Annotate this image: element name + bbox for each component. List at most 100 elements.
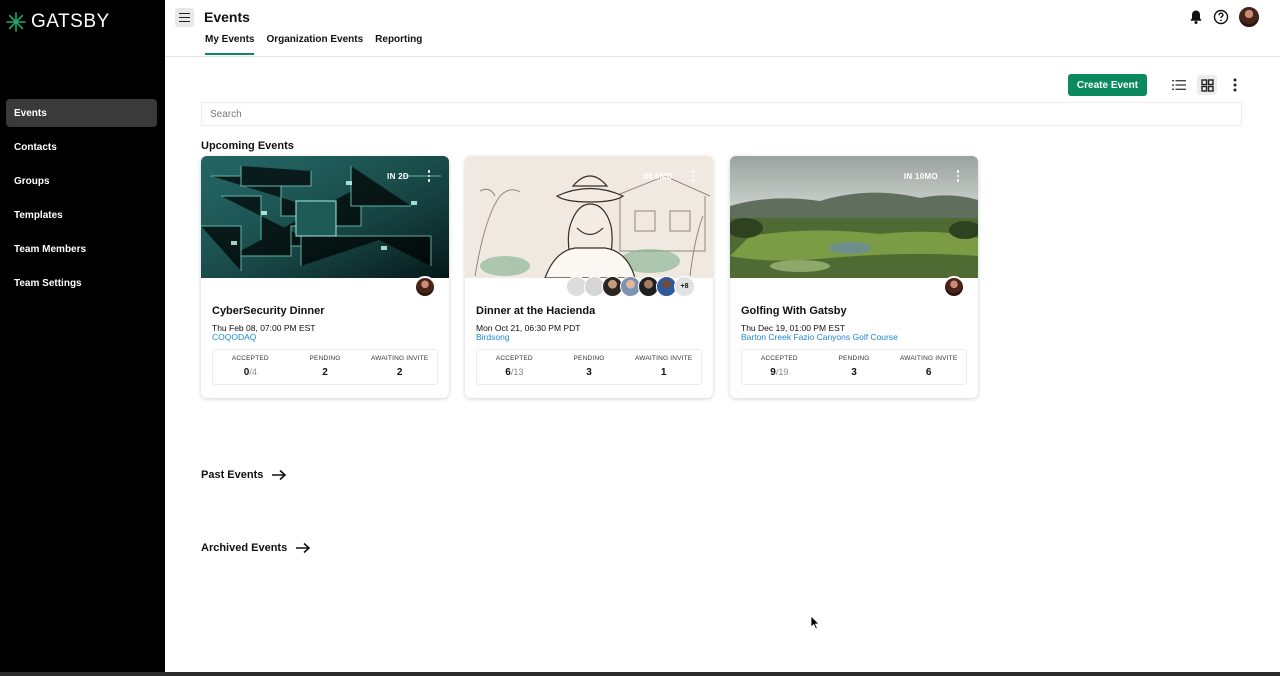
page-title: Events: [204, 9, 250, 25]
stat-value: 0/4: [213, 367, 288, 378]
accepted-total: /19: [775, 367, 789, 377]
stat-label: PENDING: [838, 355, 870, 362]
header-actions: [1188, 6, 1260, 28]
host-avatar: [414, 276, 436, 298]
stat-label: PENDING: [309, 355, 341, 362]
awaiting-count: 1: [660, 367, 667, 378]
create-event-button[interactable]: Create Event: [1068, 74, 1147, 96]
sidebar-item-events[interactable]: Events: [6, 99, 157, 127]
event-image: [201, 156, 449, 278]
arrow-right-icon: [296, 542, 311, 554]
bell-icon[interactable]: [1188, 9, 1204, 25]
pending-count: 2: [322, 367, 328, 378]
sidebar-nav: Events Contacts Groups Templates Team Me…: [6, 99, 157, 303]
stat-awaiting: AWAITING INVITE 6: [891, 350, 966, 384]
countdown-badge: IN 10MO: [903, 172, 938, 181]
event-card[interactable]: IN 8MO +8 Dinner at the Hacienda Mon Oct…: [465, 156, 713, 398]
stat-awaiting: AWAITING INVITE 2: [362, 350, 437, 384]
more-options-button[interactable]: [1225, 75, 1245, 95]
list-view-button[interactable]: [1169, 75, 1189, 95]
rsvp-stats: ACCEPTED 9/19 PENDING 3 AWAITING INVITE …: [741, 349, 967, 385]
stat-accepted: ACCEPTED 9/19: [742, 350, 817, 384]
app-root: GATSBY Events Contacts Groups Templates …: [0, 0, 1280, 676]
stat-label: ACCEPTED: [495, 355, 533, 362]
header-divider: [165, 56, 1280, 57]
pending-count: 3: [586, 367, 592, 378]
event-card[interactable]: IN 10MO Golfing With Gatsby Thu Dec 19, …: [730, 156, 978, 398]
hamburger-icon-line: [179, 16, 190, 19]
event-image: [465, 156, 713, 278]
sidebar-item-team-members[interactable]: Team Members: [6, 235, 157, 263]
more-attendees-count: +8: [674, 276, 695, 297]
card-menu-button[interactable]: [423, 169, 435, 183]
gatsby-star-icon: [6, 12, 26, 32]
tab-reporting[interactable]: Reporting: [375, 34, 422, 55]
accepted-total: /13: [510, 367, 524, 377]
tab-organization-events[interactable]: Organization Events: [266, 34, 363, 55]
awaiting-count: 2: [396, 367, 403, 378]
menu-toggle-button[interactable]: [175, 8, 194, 27]
stat-accepted: ACCEPTED 0/4: [213, 350, 288, 384]
countdown-badge: IN 2D: [387, 172, 409, 181]
card-menu-button[interactable]: [687, 169, 699, 183]
event-location-link[interactable]: Birdsong: [476, 332, 510, 342]
event-title[interactable]: CyberSecurity Dinner: [212, 305, 324, 317]
stat-label: PENDING: [573, 355, 605, 362]
archived-events-link[interactable]: Archived Events: [201, 542, 311, 554]
window-bottom-edge: [0, 672, 1280, 676]
more-vert-icon-dot: [956, 179, 960, 182]
countdown-badge: IN 8MO: [643, 172, 673, 181]
stat-label: AWAITING INVITE: [899, 355, 958, 362]
stat-label: ACCEPTED: [231, 355, 269, 362]
list-view-icon: [1172, 80, 1186, 90]
tab-my-events[interactable]: My Events: [205, 34, 255, 55]
stat-label: AWAITING INVITE: [370, 355, 429, 362]
more-vert-icon-dot: [691, 170, 695, 173]
event-location-link[interactable]: Barton Creek Fazio Canyons Golf Course: [741, 332, 898, 342]
more-vert-icon-dot: [956, 174, 960, 178]
hamburger-icon-line: [179, 12, 190, 15]
stat-value: 9/19: [742, 367, 817, 378]
stat-label: ACCEPTED: [760, 355, 798, 362]
sidebar-item-groups[interactable]: Groups: [6, 167, 157, 195]
stat-accepted: ACCEPTED 6/13: [477, 350, 552, 384]
more-vert-icon-dot: [427, 174, 431, 178]
past-events-label: Past Events: [201, 469, 264, 481]
stat-pending: PENDING 2: [288, 350, 363, 384]
accepted-total: /4: [249, 367, 257, 377]
stat-pending: PENDING 3: [552, 350, 627, 384]
arrow-right-icon: [272, 469, 287, 481]
more-vert-icon-dot: [691, 174, 695, 178]
more-vert-icon: [1233, 78, 1237, 92]
mouse-cursor-icon: [810, 615, 820, 630]
stat-awaiting: AWAITING INVITE 1: [626, 350, 701, 384]
stat-value: 6/13: [477, 367, 552, 378]
tab-bar: My Events Organization Events Reporting: [205, 34, 422, 55]
pending-count: 3: [851, 367, 857, 378]
event-title[interactable]: Dinner at the Hacienda: [476, 305, 595, 317]
user-avatar[interactable]: [1238, 6, 1260, 28]
rsvp-stats: ACCEPTED 0/4 PENDING 2 AWAITING INVITE 2: [212, 349, 438, 385]
attendee-avatars[interactable]: +8: [566, 276, 695, 297]
event-image: [730, 156, 978, 278]
view-toggle-group: [1169, 75, 1245, 95]
awaiting-count: 6: [925, 367, 932, 378]
help-icon[interactable]: [1213, 9, 1229, 25]
host-avatar: [943, 276, 965, 298]
rsvp-stats: ACCEPTED 6/13 PENDING 3 AWAITING INVITE …: [476, 349, 702, 385]
sidebar-item-templates[interactable]: Templates: [6, 201, 157, 229]
grid-view-icon: [1200, 78, 1214, 92]
brand-logo[interactable]: GATSBY: [6, 11, 110, 33]
search-input[interactable]: [201, 102, 1242, 126]
grid-view-button[interactable]: [1197, 75, 1217, 95]
card-menu-button[interactable]: [952, 169, 964, 183]
sidebar-item-team-settings[interactable]: Team Settings: [6, 269, 157, 297]
event-location-link[interactable]: COQODAQ: [212, 332, 256, 342]
sidebar-item-contacts[interactable]: Contacts: [6, 133, 157, 161]
event-title[interactable]: Golfing With Gatsby: [741, 305, 847, 317]
more-vert-icon-dot: [427, 170, 431, 173]
past-events-link[interactable]: Past Events: [201, 469, 287, 481]
archived-events-label: Archived Events: [201, 542, 288, 554]
upcoming-events-heading: Upcoming Events: [201, 140, 294, 152]
event-card[interactable]: IN 2D CyberSecurity Dinner Thu Feb 08, 0…: [201, 156, 449, 398]
